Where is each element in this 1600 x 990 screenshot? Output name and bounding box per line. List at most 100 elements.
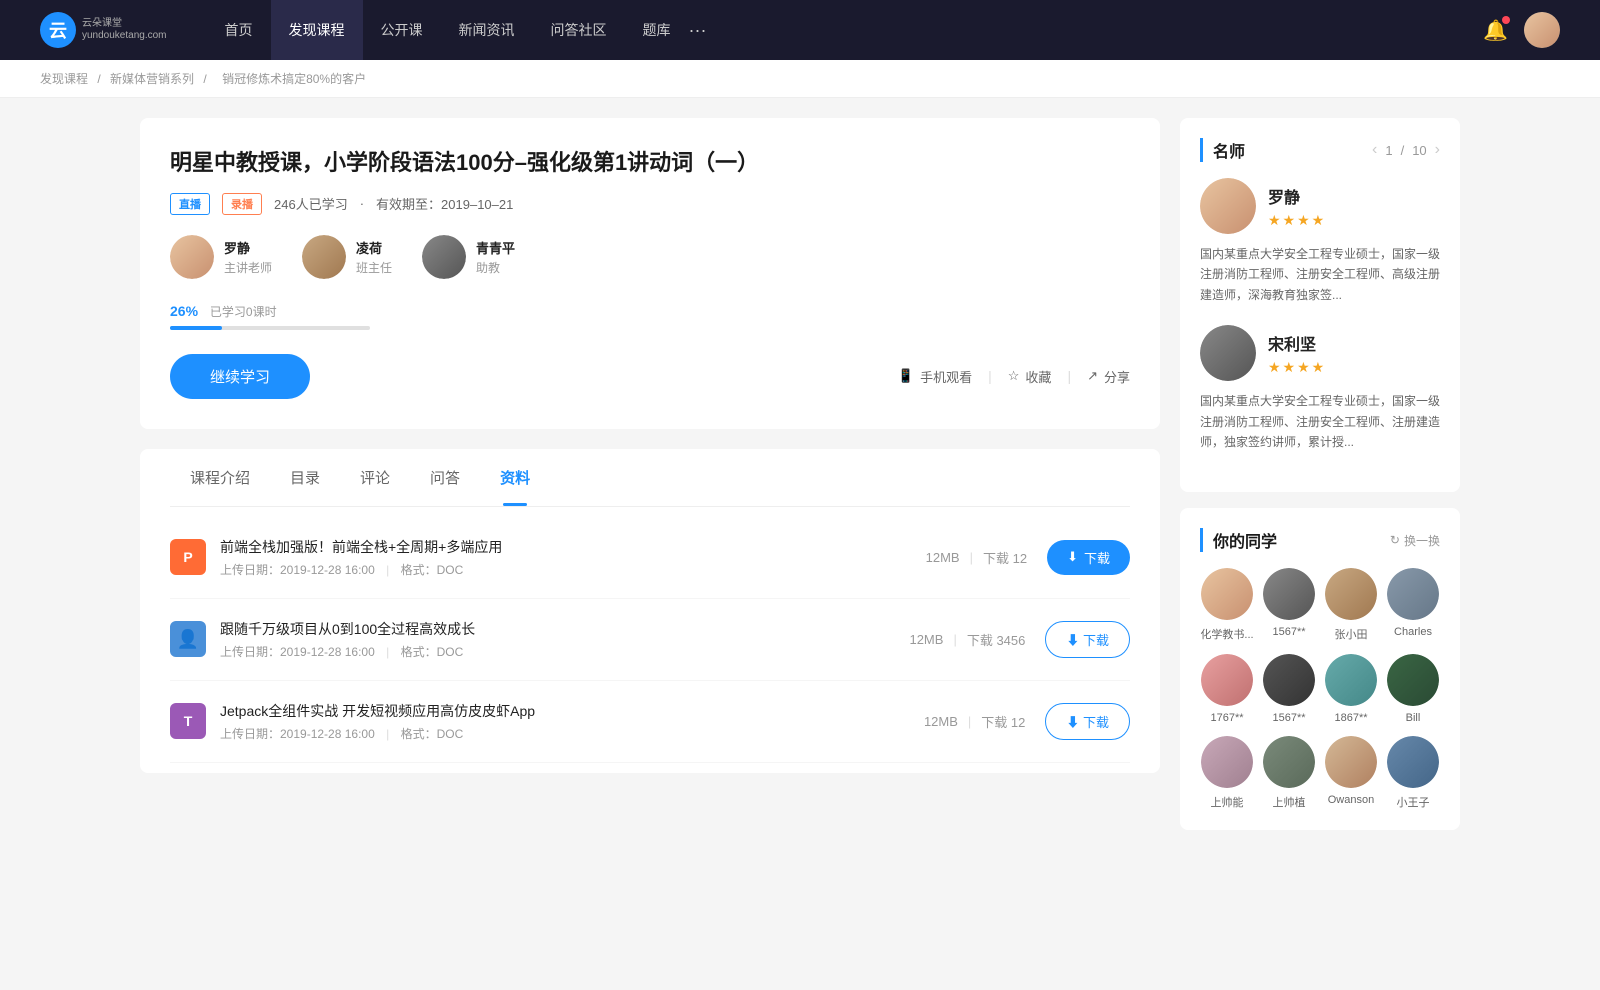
next-btn[interactable]: ›: [1435, 141, 1440, 159]
logo-icon: 云: [40, 12, 76, 48]
share-btn[interactable]: ↗ 分享: [1087, 367, 1130, 386]
tab-bar: 课程介绍 目录 评论 问答 资料: [170, 449, 1130, 507]
tab-qa[interactable]: 问答: [410, 449, 480, 506]
classmates-panel: 你的同学 ↻ 换一换 化学教书... 1567** 张小田: [1180, 508, 1460, 830]
download-btn-1[interactable]: ⬇ 下载: [1045, 621, 1130, 658]
mobile-icon: 📱: [898, 368, 914, 384]
navigation: 云 云朵课堂 yundouketang.com 首页 发现课程 公开课 新闻资讯…: [0, 0, 1600, 60]
panel-nav: ‹ 1 / 10 ›: [1372, 141, 1440, 159]
file-meta-1: 上传日期：2019-12-28 16:00 | 格式：DOC: [220, 643, 909, 660]
teacher-list: 罗静 主讲老师 凌荷 班主任: [170, 235, 1130, 279]
teacher-card-info-0: 罗静 ★★★★: [1268, 184, 1326, 229]
classmate-avatar: [1201, 736, 1253, 788]
teacher-avatar-2: [422, 235, 466, 279]
download-icon: ⬇: [1067, 549, 1078, 565]
learner-count: 246人已学习: [274, 194, 348, 213]
classmates-header: 你的同学 ↻ 换一换: [1200, 528, 1440, 552]
file-meta-2: 上传日期：2019-12-28 16:00 | 格式：DOC: [220, 725, 924, 742]
notification-dot: [1502, 16, 1510, 24]
progress-pct: 26%: [170, 303, 198, 319]
nav-more[interactable]: ···: [689, 20, 707, 41]
classmate[interactable]: 1567**: [1262, 568, 1316, 642]
prev-btn[interactable]: ‹: [1372, 141, 1377, 159]
classmate-avatar: [1387, 736, 1439, 788]
teacher-card-desc-1: 国内某重点大学安全工程专业硕士，国家一级注册消防工程师、注册安全工程师、注册建造…: [1200, 391, 1440, 452]
favorite-btn[interactable]: ☆ 收藏: [1008, 367, 1052, 386]
logo[interactable]: 云 云朵课堂 yundouketang.com: [40, 12, 167, 48]
refresh-button[interactable]: ↻ 换一换: [1390, 532, 1440, 549]
file-icon-2: T: [170, 703, 206, 739]
classmate[interactable]: 1767**: [1200, 654, 1254, 724]
classmate[interactable]: Bill: [1386, 654, 1440, 724]
teacher-card-name-0: 罗静: [1268, 184, 1326, 208]
refresh-icon: ↻: [1390, 533, 1400, 547]
teacher-card-header-1: 宋利坚 ★★★★: [1200, 325, 1440, 381]
course-title: 明星中教授课，小学阶段语法100分–强化级第1讲动词（一）: [170, 148, 1130, 179]
classmate-avatar: [1387, 568, 1439, 620]
download-btn-0[interactable]: ⬇ ⬇ 下载 下载: [1047, 540, 1130, 575]
classmate-avatar: [1325, 736, 1377, 788]
teacher-name-0: 罗静: [224, 238, 272, 257]
nav-home[interactable]: 首页: [207, 0, 271, 60]
continue-button[interactable]: 继续学习: [170, 354, 310, 399]
classmate[interactable]: 张小田: [1324, 568, 1378, 642]
bell-icon[interactable]: 🔔: [1483, 18, 1508, 43]
classmate-name: 1567**: [1272, 626, 1305, 638]
teacher-name-1: 凌荷: [356, 238, 392, 257]
breadcrumb-current: 销冠修炼术搞定80%的客户: [222, 72, 366, 86]
nav-quiz[interactable]: 题库: [625, 0, 689, 60]
classmate-name: Charles: [1394, 626, 1432, 638]
file-stats-0: 12MB | 下载 12: [926, 548, 1027, 567]
classmate[interactable]: 小王子: [1386, 736, 1440, 810]
logo-text: 云朵课堂 yundouketang.com: [82, 18, 167, 42]
teacher-name-2: 青青平: [476, 238, 515, 257]
file-stats-1: 12MB | 下载 3456: [909, 630, 1025, 649]
teacher-avatar-1: [302, 235, 346, 279]
nav-qa[interactable]: 问答社区: [533, 0, 625, 60]
tab-comments[interactable]: 评论: [340, 449, 410, 506]
classmate-name: 张小田: [1335, 626, 1368, 642]
breadcrumb-link-discover[interactable]: 发现课程: [40, 72, 88, 86]
tab-catalog[interactable]: 目录: [270, 449, 340, 506]
classmates-title: 你的同学: [1200, 528, 1277, 552]
classmate[interactable]: Owanson: [1324, 736, 1378, 810]
teacher-stars-0: ★★★★: [1268, 212, 1326, 229]
teacher-info-2: 青青平 助教: [476, 238, 515, 276]
badge-rec: 录播: [222, 193, 262, 215]
classmate-avatar: [1263, 568, 1315, 620]
tab-intro[interactable]: 课程介绍: [170, 449, 270, 506]
badge-live: 直播: [170, 193, 210, 215]
right-column: 名师 ‹ 1 / 10 › 罗静 ★★★★: [1180, 118, 1460, 846]
star-icon: ☆: [1008, 368, 1020, 384]
classmate[interactable]: Charles: [1386, 568, 1440, 642]
file-info-1: 跟随千万级项目从0到100全过程高效成长 上传日期：2019-12-28 16:…: [220, 619, 909, 660]
mobile-watch-btn[interactable]: 📱 手机观看: [898, 367, 972, 386]
progress-bar: [170, 326, 370, 330]
file-info-2: Jetpack全组件实战 开发短视频应用高仿皮皮虾App 上传日期：2019-1…: [220, 701, 924, 742]
nav-open[interactable]: 公开课: [363, 0, 441, 60]
classmate-name: 上帅能: [1211, 794, 1244, 810]
classmate-name: Owanson: [1328, 794, 1374, 806]
classmate[interactable]: 1867**: [1324, 654, 1378, 724]
teacher-0: 罗静 主讲老师: [170, 235, 272, 279]
file-name-1: 跟随千万级项目从0到100全过程高效成长: [220, 619, 909, 639]
classmate-avatar: [1387, 654, 1439, 706]
file-item: P 前端全栈加强版！前端全栈+全周期+多端应用 上传日期：2019-12-28 …: [170, 517, 1130, 599]
user-avatar[interactable]: [1524, 12, 1560, 48]
classmate[interactable]: 1567**: [1262, 654, 1316, 724]
classmate-avatar: [1201, 654, 1253, 706]
nav-discover[interactable]: 发现课程: [271, 0, 363, 60]
classmate[interactable]: 上帅植: [1262, 736, 1316, 810]
breadcrumb-link-series[interactable]: 新媒体营销系列: [110, 72, 194, 86]
download-btn-2[interactable]: ⬇ 下载: [1045, 703, 1130, 740]
teacher-card-1: 宋利坚 ★★★★ 国内某重点大学安全工程专业硕士，国家一级注册消防工程师、注册安…: [1200, 325, 1440, 452]
tab-materials[interactable]: 资料: [480, 449, 550, 506]
classmate[interactable]: 上帅能: [1200, 736, 1254, 810]
file-stats-2: 12MB | 下载 12: [924, 712, 1025, 731]
avatar-image: [1524, 12, 1560, 48]
teacher-card-header-0: 罗静 ★★★★: [1200, 178, 1440, 234]
classmate-name: 1867**: [1334, 712, 1367, 724]
teacher-role-0: 主讲老师: [224, 259, 272, 276]
nav-news[interactable]: 新闻资讯: [441, 0, 533, 60]
classmate[interactable]: 化学教书...: [1200, 568, 1254, 642]
